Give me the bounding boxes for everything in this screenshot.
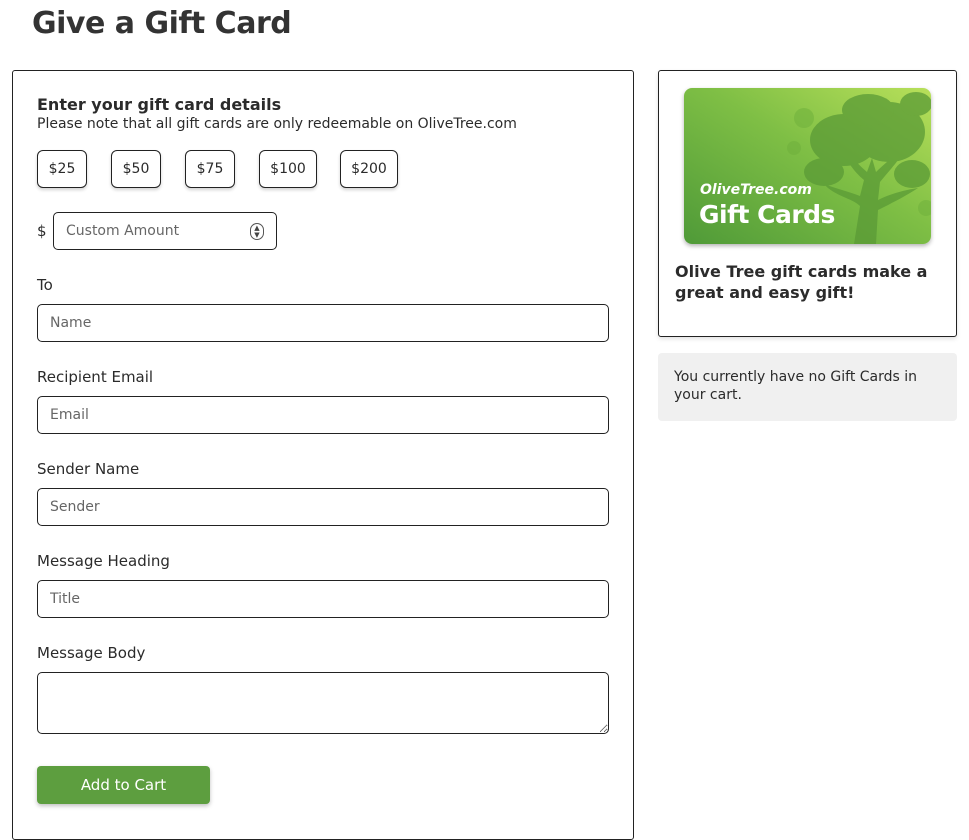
custom-amount-field: ▲ ▼ <box>53 212 277 250</box>
form-heading: Enter your gift card details <box>37 95 282 114</box>
add-to-cart-button[interactable]: Add to Cart <box>37 766 210 804</box>
amount-75-button[interactable]: $75 <box>185 150 235 188</box>
message-heading-label: Message Heading <box>37 552 170 570</box>
amount-50-button[interactable]: $50 <box>111 150 161 188</box>
card-domain-text: OliveTree.com <box>700 182 812 198</box>
to-label: To <box>37 276 53 294</box>
amount-25-button[interactable]: $25 <box>37 150 87 188</box>
currency-symbol: $ <box>37 222 47 240</box>
sender-name-input[interactable] <box>37 488 609 526</box>
promo-tagline: Olive Tree gift cards make a great and e… <box>675 262 928 302</box>
recipient-name-input[interactable] <box>37 304 609 342</box>
number-stepper[interactable]: ▲ ▼ <box>250 223 264 240</box>
message-body-textarea[interactable] <box>37 672 609 734</box>
gift-card-image: OliveTree.com Gift Cards <box>684 88 931 244</box>
sender-name-label: Sender Name <box>37 460 140 478</box>
amount-100-button[interactable]: $100 <box>259 150 317 188</box>
redeemable-note: Please note that all gift cards are only… <box>37 116 517 132</box>
message-heading-input[interactable] <box>37 580 609 618</box>
recipient-email-input[interactable] <box>37 396 609 434</box>
amount-200-button[interactable]: $200 <box>340 150 398 188</box>
custom-amount-input[interactable] <box>54 213 244 249</box>
recipient-email-label: Recipient Email <box>37 368 154 386</box>
message-body-label: Message Body <box>37 644 146 662</box>
card-title-text: Gift Cards <box>699 200 835 229</box>
promo-panel: OliveTree.com Gift Cards Olive Tree gift… <box>658 70 957 337</box>
cart-status-message: You currently have no Gift Cards in your… <box>658 353 957 421</box>
stepper-down-icon[interactable]: ▼ <box>254 231 259 239</box>
gift-card-form: Enter your gift card details Please note… <box>12 70 634 840</box>
page-title: Give a Gift Card <box>32 6 292 41</box>
